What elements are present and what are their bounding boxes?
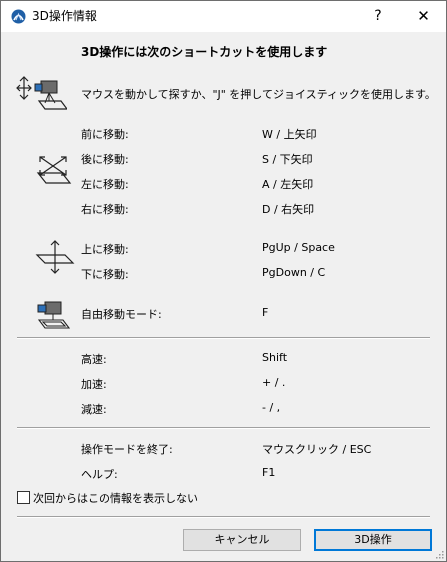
move-down-label: 下に移動: xyxy=(81,268,129,281)
window-title: 3D操作情報 xyxy=(32,9,97,23)
fast-label: 高速: xyxy=(81,353,107,366)
title-bar[interactable]: 3D操作情報 ? ✕ xyxy=(1,1,446,32)
help-label: ヘルプ: xyxy=(81,468,118,481)
move-back-label: 後に移動: xyxy=(81,153,129,166)
dialog-heading: 3D操作には次のショートカットを使用します xyxy=(81,45,328,59)
horizontal-move-icon xyxy=(36,156,72,184)
free-move-camera-icon xyxy=(37,301,71,329)
move-left-label: 左に移動: xyxy=(81,178,129,191)
help-key: F1 xyxy=(262,466,276,479)
vertical-move-icon xyxy=(35,240,75,274)
free-move-label: 自由移動モード: xyxy=(81,308,162,321)
move-right-key: D / 右矢印 xyxy=(262,203,315,216)
move-left-key: A / 左矢印 xyxy=(262,178,314,191)
decelerate-label: 減速: xyxy=(81,403,107,416)
dont-show-again-label[interactable]: 次回からはこの情報を表示しない xyxy=(33,490,198,506)
move-back-key: S / 下矢印 xyxy=(262,153,313,166)
intro-text: マウスを動かして探すか、"J" を押してジョイスティックを使用します。 xyxy=(81,88,436,101)
move-up-label: 上に移動: xyxy=(81,243,129,256)
separator xyxy=(17,427,430,429)
exit-mode-key: マウスクリック / ESC xyxy=(262,443,372,456)
decelerate-key: - / , xyxy=(262,401,281,414)
separator xyxy=(17,337,430,339)
free-move-key: F xyxy=(262,306,269,319)
close-button[interactable]: ✕ xyxy=(401,1,446,32)
dialog-window: 3D操作情報 ? ✕ 3D操作には次のショートカットを使用します マウスを動かし… xyxy=(0,0,447,562)
cancel-button[interactable]: キャンセル xyxy=(183,529,301,551)
camera-joystick-icon xyxy=(16,76,67,110)
start-3d-navigation-button[interactable]: 3D操作 xyxy=(314,529,432,551)
move-up-key: PgUp / Space xyxy=(262,241,335,254)
fast-key: Shift xyxy=(262,351,288,364)
exit-mode-label: 操作モードを終了: xyxy=(81,443,173,456)
move-forward-key: W / 上矢印 xyxy=(262,128,317,141)
accelerate-label: 加速: xyxy=(81,378,107,391)
separator xyxy=(17,516,430,518)
dont-show-again-checkbox[interactable] xyxy=(17,491,30,504)
move-right-label: 右に移動: xyxy=(81,203,129,216)
accelerate-key: + / . xyxy=(262,376,286,389)
move-forward-label: 前に移動: xyxy=(81,128,129,141)
move-down-key: PgDown / C xyxy=(262,266,326,279)
archicad-logo-icon xyxy=(11,9,26,24)
help-button[interactable]: ? xyxy=(363,1,393,32)
resize-grip-icon[interactable] xyxy=(434,549,444,559)
